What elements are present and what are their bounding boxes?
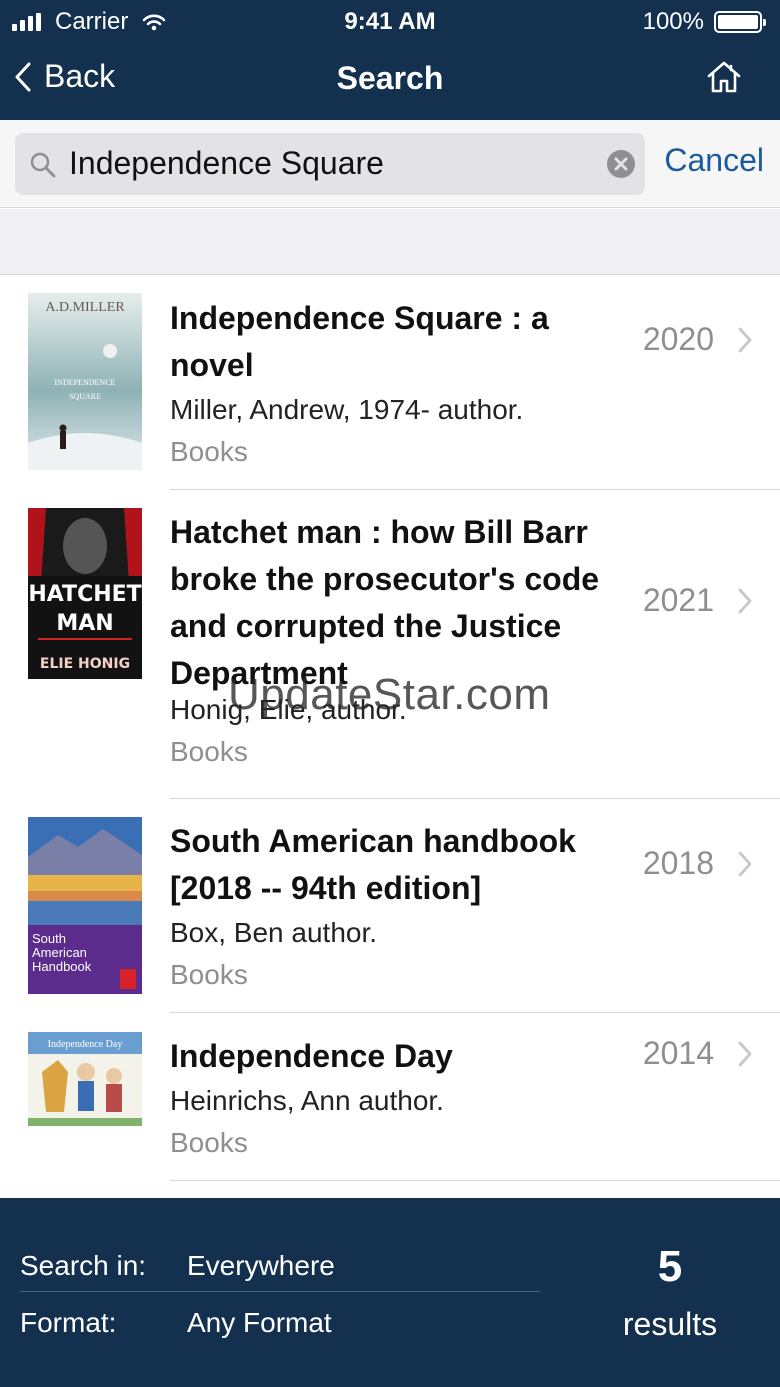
status-bar: Carrier 9:41 AM 100% [0, 0, 780, 44]
result-row[interactable]: South American Handbook South American h… [0, 799, 780, 1013]
battery-icon [714, 11, 766, 33]
clear-x-icon [614, 157, 628, 171]
section-spacer [0, 209, 780, 275]
cover-art: South American Handbook [28, 817, 142, 994]
chevron-right-icon [738, 588, 752, 614]
row-divider [170, 1180, 780, 1181]
book-cover: South American Handbook [28, 817, 142, 994]
search-icon [30, 152, 56, 178]
result-year: 2018 [642, 845, 714, 881]
result-text: Hatchet man : how Bill Barr broke the pr… [170, 509, 630, 773]
result-year: 2020 [642, 321, 714, 357]
result-text: Independence Day Heinrichs, Ann author. … [170, 1033, 630, 1164]
cover-top-text: Independence Day [48, 1039, 123, 1050]
result-author: Heinrichs, Ann author. [170, 1085, 444, 1116]
page-title: Search [336, 60, 444, 96]
home-button[interactable] [706, 60, 742, 99]
navigation-bar: Back Search [0, 44, 780, 120]
result-text: Independence Square : a novel Miller, An… [170, 295, 630, 473]
book-cover: HATCHET MAN ELIE HONIG [28, 508, 142, 679]
cover-top-text: A.D.MILLER [45, 300, 125, 315]
result-year: 2021 [642, 582, 714, 618]
search-in-label: Search in: [20, 1250, 147, 1281]
result-year: 2014 [642, 1035, 714, 1071]
format-label: Format: [20, 1307, 117, 1338]
result-text: South American handbook [2018 -- 94th ed… [170, 818, 630, 996]
cover-art: HATCHET MAN ELIE HONIG [28, 508, 142, 679]
cancel-button[interactable]: Cancel [664, 142, 764, 179]
cover-line2: American [32, 945, 87, 960]
result-format: Books [170, 736, 248, 767]
chevron-right-icon [738, 1041, 752, 1067]
search-input[interactable]: Independence Square [15, 133, 645, 195]
cover-line1: South [32, 931, 66, 946]
top-bar: Carrier 9:41 AM 100% Back Search [0, 0, 780, 120]
chevron-right-icon [738, 327, 752, 353]
cover-art: Independence Day [28, 1032, 142, 1126]
result-author: Box, Ben author. [170, 917, 378, 948]
result-title: Independence Day [170, 1038, 453, 1074]
format-value[interactable]: Any Format [187, 1307, 332, 1339]
result-format: Books [170, 959, 248, 990]
result-title: Hatchet man : how Bill Barr broke the pr… [170, 514, 600, 691]
result-format: Books [170, 436, 248, 467]
cover-line1: HATCHET [28, 582, 141, 607]
result-title: Independence Square : a novel [170, 300, 549, 383]
search-in-value[interactable]: Everywhere [187, 1250, 335, 1282]
book-cover: Independence Day [28, 1032, 142, 1126]
result-title: South American handbook [2018 -- 94th ed… [170, 823, 576, 906]
result-row[interactable]: A.D.MILLER INDEPENDENCE SQUARE Independe… [0, 275, 780, 490]
clear-search-button[interactable] [607, 150, 635, 178]
watermark-text: UpdateStar.com [228, 670, 551, 719]
footer-divider [20, 1291, 540, 1292]
svg-text:INDEPENDENCE: INDEPENDENCE [55, 378, 116, 387]
result-format: Books [170, 1127, 248, 1158]
search-row: Independence Square Cancel [0, 120, 780, 208]
home-icon [707, 61, 741, 93]
svg-text:SQUARE: SQUARE [69, 392, 101, 401]
cover-art: A.D.MILLER INDEPENDENCE SQUARE [28, 293, 142, 470]
result-row[interactable]: Independence Day Independence Day Heinri… [0, 1013, 780, 1181]
chevron-right-icon [738, 851, 752, 877]
result-count: 5 [657, 1242, 683, 1291]
search-query[interactable]: Independence Square [69, 145, 384, 182]
result-row[interactable]: HATCHET MAN ELIE HONIG Hatchet man : how… [0, 490, 780, 799]
cover-line3: Handbook [32, 959, 92, 974]
search-summary-bar: Search in: Everywhere Format: Any Format… [0, 1198, 780, 1387]
result-author: Miller, Andrew, 1974- author. [170, 394, 524, 425]
cover-author: ELIE HONIG [40, 656, 130, 672]
status-right: 100% [642, 8, 766, 36]
battery-percent: 100% [642, 8, 704, 35]
book-cover: A.D.MILLER INDEPENDENCE SQUARE [28, 293, 142, 470]
result-count-label: results [622, 1306, 718, 1342]
cover-line2: MAN [56, 611, 113, 636]
